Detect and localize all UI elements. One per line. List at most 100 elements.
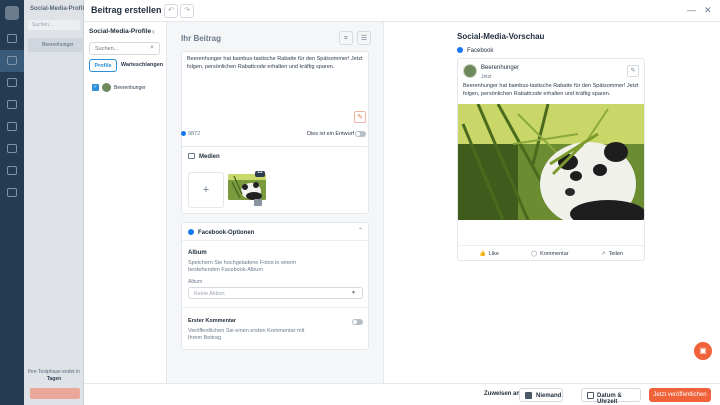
- profile-checkbox[interactable]: ✓: [92, 84, 99, 91]
- like-action[interactable]: 👍 Like: [479, 251, 499, 257]
- nav-media-icon[interactable]: [0, 72, 24, 94]
- first-comment-description: Veröffentlichen Sie einen ersten Komment…: [188, 328, 305, 341]
- profile-item-beerenhunger[interactable]: ✓ Beerenhunger: [92, 83, 162, 95]
- divider: [182, 240, 370, 241]
- first-comment-toggle[interactable]: [352, 319, 363, 325]
- comment-icon: ◯: [531, 251, 538, 257]
- facebook-options-header[interactable]: Facebook-Optionen: [188, 229, 254, 236]
- post-author: Beerenhunger: [481, 65, 520, 71]
- share-icon: ↗: [601, 251, 606, 257]
- char-count-value: 9872: [188, 131, 201, 137]
- tab-queues[interactable]: Warteschlangen: [120, 59, 164, 72]
- media-edit-icon[interactable]: [254, 199, 262, 206]
- close-icon[interactable]: ✕: [704, 5, 712, 15]
- like-label: Like: [488, 251, 499, 257]
- panda-thumbnail-image: [228, 174, 266, 200]
- chevron-down-icon: ▼: [351, 290, 356, 296]
- nav-reports-icon[interactable]: [0, 160, 24, 182]
- background-profiles-panel: Social-Media-Profile Suchen... Beerenhun…: [24, 0, 88, 405]
- comment-label: Kommentar: [540, 251, 569, 257]
- ai-assistant-icon[interactable]: ✎: [354, 111, 366, 123]
- assignee-select[interactable]: Niemand: [519, 388, 563, 402]
- trial-promo-line2: Tagen: [46, 376, 62, 382]
- post-text-area[interactable]: Beerenhunger hat bambus-tastische Rabatt…: [187, 56, 367, 71]
- collapse-chevron-icon[interactable]: ‹: [152, 27, 155, 36]
- editor-column: Ihr Beitrag ⌗ ☰ Beerenhunger hat bambus-…: [167, 22, 383, 383]
- panda-photo: [458, 104, 644, 220]
- post-editor[interactable]: Beerenhunger hat bambus-tastische Rabatt…: [181, 51, 369, 153]
- nav-calendar-icon[interactable]: [0, 94, 24, 116]
- album-label: Album: [188, 250, 207, 256]
- editor-title: Ihr Beitrag: [181, 34, 222, 43]
- notes-icon[interactable]: ☰: [357, 31, 371, 45]
- schedule-button[interactable]: Datum & Uhrzeit: [581, 388, 641, 405]
- album-select[interactable]: Keine Aktion ▼: [188, 287, 363, 299]
- schedule-label: Datum & Uhrzeit: [597, 393, 622, 405]
- comment-action[interactable]: ◯ Kommentar: [531, 251, 569, 257]
- nav-analytics-icon[interactable]: [0, 138, 24, 160]
- draft-label: Dies ist ein Entwurf: [307, 131, 355, 137]
- modal-title: Beitrag erstellen: [91, 5, 162, 15]
- add-media-button[interactable]: +: [188, 172, 224, 208]
- background-profile-item: Beerenhunger: [28, 38, 84, 52]
- album-select-value: Keine Aktion: [194, 291, 225, 297]
- background-panel-title: Social-Media-Profile: [30, 6, 88, 12]
- user-icon: [525, 392, 532, 399]
- avatar: [463, 64, 477, 78]
- first-comment-label: Erster Kommentar: [188, 318, 236, 324]
- divider: [182, 307, 370, 308]
- edit-icon[interactable]: ✎: [627, 65, 639, 77]
- share-action[interactable]: ↗ Teilen: [601, 251, 623, 257]
- modal-footer: Zuweisen an Niemand Datum & Uhrzeit Jetz…: [84, 383, 720, 405]
- nav-publish-icon[interactable]: [0, 28, 24, 50]
- calendar-icon: [587, 392, 594, 399]
- nav-network-icon[interactable]: [0, 116, 24, 138]
- profiles-title: Social-Media-Profile: [89, 28, 152, 35]
- assignee-value: Niemand: [536, 393, 562, 399]
- media-title: Medien: [199, 154, 220, 160]
- facebook-icon: [181, 131, 186, 136]
- app-logo: [5, 6, 19, 20]
- trial-promo-line1: Ihre Testphase endet in: [28, 369, 80, 375]
- preview-column: Social-Media-Vorschau Facebook Beerenhun…: [383, 22, 720, 383]
- background-search-input: Suchen...: [28, 20, 80, 30]
- post-image: [458, 104, 644, 220]
- facebook-options-section: Facebook-Optionen ⌃ Album Speichern Sie …: [181, 222, 370, 350]
- collapse-up-icon[interactable]: ⌃: [358, 227, 363, 234]
- media-more-icon[interactable]: •••: [255, 171, 265, 177]
- chat-help-button[interactable]: ▣: [694, 342, 712, 360]
- char-counter: 9872: [181, 131, 200, 137]
- media-thumbnail[interactable]: [228, 174, 266, 200]
- profiles-column: Social-Media-Profile ‹ ⌕ Profile Wartesc…: [84, 22, 167, 405]
- redo-icon[interactable]: ↷: [180, 4, 194, 18]
- draft-toggle[interactable]: [355, 131, 366, 137]
- facebook-post-preview: Beerenhunger Jetzt ✎ Beerenhunger hat ba…: [457, 58, 645, 261]
- share-label: Teilen: [608, 251, 623, 257]
- app-root: Social-Media-Profile Suchen... Beerenhun…: [0, 0, 720, 405]
- album-field-label: Album: [188, 279, 203, 285]
- preview-title: Social-Media-Vorschau: [457, 32, 545, 41]
- nav-archive-icon[interactable]: [0, 182, 24, 204]
- modal-header: Beitrag erstellen ↶ ↷ — ✕: [84, 0, 720, 22]
- tab-profiles[interactable]: Profile: [89, 59, 117, 72]
- profile-avatar: [102, 83, 111, 92]
- assign-label: Zuweisen an: [484, 391, 521, 397]
- publish-now-button[interactable]: Jetzt veröffentlichen: [649, 388, 711, 402]
- preview-network: Facebook: [457, 47, 493, 54]
- tag-icon[interactable]: ⌗: [339, 31, 353, 45]
- facebook-options-title: Facebook-Optionen: [198, 230, 255, 236]
- thumbs-up-icon: 👍: [479, 251, 486, 257]
- profile-name: Beerenhunger: [114, 85, 146, 91]
- preview-network-label: Facebook: [467, 48, 494, 54]
- post-time: Jetzt: [481, 74, 492, 80]
- minimize-icon[interactable]: —: [687, 5, 696, 15]
- nav-posts-icon[interactable]: [0, 50, 24, 72]
- upgrade-button: [30, 388, 80, 399]
- media-header: Medien: [188, 153, 220, 160]
- album-description: Speichern Sie hochgeladene Fotos in eine…: [188, 260, 296, 273]
- facebook-icon: [457, 47, 463, 53]
- search-icon: ⌕: [150, 44, 154, 51]
- undo-icon[interactable]: ↶: [164, 4, 178, 18]
- post-preview-text: Beerenhunger hat bambus-tastische Rabatt…: [463, 83, 639, 97]
- main-nav-rail: [0, 0, 24, 405]
